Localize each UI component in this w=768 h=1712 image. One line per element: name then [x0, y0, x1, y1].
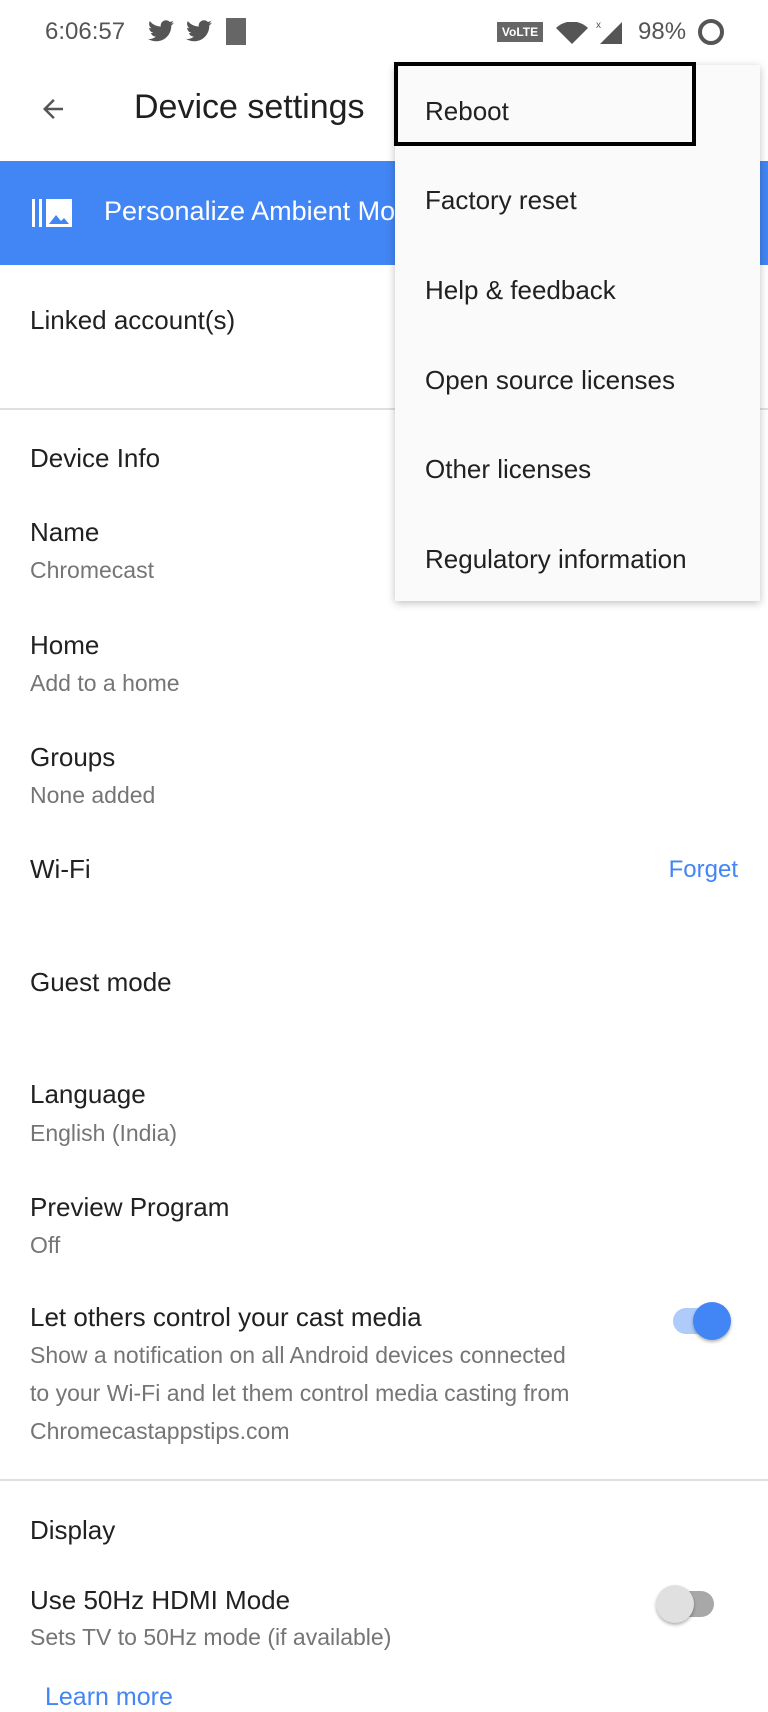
twitter-icon	[186, 20, 212, 42]
preview-program-item[interactable]: Preview Program	[30, 1192, 229, 1223]
toggle-knob	[656, 1585, 694, 1623]
cast-control-desc-line: Chromecastappstips.com	[30, 1418, 290, 1444]
groups-item[interactable]: Groups	[30, 742, 115, 773]
notification-square-icon	[226, 18, 246, 45]
device-info-heading: Device Info	[30, 443, 161, 473]
name-item[interactable]: Name	[30, 517, 99, 548]
status-bar: 6:06:57 VoLTE x 98%	[0, 18, 768, 50]
arrow-left-icon[interactable]	[36, 94, 70, 124]
signal-icon: x	[596, 20, 622, 44]
preview-program-value: Off	[30, 1232, 61, 1258]
cast-control-toggle[interactable]	[673, 1301, 733, 1341]
guest-mode-item[interactable]: Guest mode	[30, 967, 172, 998]
menu-item-other-licenses[interactable]: Other licenses	[425, 454, 591, 485]
menu-item-help-feedback[interactable]: Help & feedback	[425, 275, 616, 306]
name-value: Chromecast	[30, 557, 154, 583]
hdmi-mode-desc: Sets TV to 50Hz mode (if available)	[30, 1624, 392, 1650]
battery-ring-icon	[698, 19, 724, 45]
cast-control-label: Let others control your cast media	[30, 1302, 422, 1332]
menu-item-factory-reset[interactable]: Factory reset	[425, 185, 577, 216]
groups-value: None added	[30, 782, 156, 808]
twitter-icon	[148, 20, 174, 42]
hdmi-mode-toggle[interactable]	[656, 1584, 716, 1624]
status-time: 6:06:57	[45, 18, 126, 45]
reboot-highlight-box	[394, 62, 696, 146]
wifi-icon	[556, 22, 588, 44]
linked-accounts-item[interactable]: Linked account(s)	[30, 305, 235, 336]
display-heading: Display	[30, 1515, 116, 1545]
page-title: Device settings	[134, 88, 365, 126]
divider	[0, 1479, 768, 1481]
cast-control-desc-line: to your Wi-Fi and let them control media…	[30, 1380, 570, 1406]
volte-badge: VoLTE	[497, 22, 543, 42]
learn-more-link[interactable]: Learn more	[45, 1683, 173, 1712]
wifi-item[interactable]: Wi-Fi	[30, 854, 91, 885]
language-value: English (India)	[30, 1120, 178, 1146]
menu-item-regulatory-information[interactable]: Regulatory information	[425, 544, 687, 575]
hdmi-mode-label: Use 50Hz HDMI Mode	[30, 1585, 291, 1615]
svg-text:x: x	[596, 20, 601, 31]
forget-wifi-button[interactable]: Forget	[669, 856, 738, 884]
banner-label[interactable]: Personalize Ambient Mode	[104, 196, 425, 227]
toggle-knob	[693, 1302, 731, 1340]
cast-control-desc-line: Show a notification on all Android devic…	[30, 1342, 566, 1368]
language-item[interactable]: Language	[30, 1079, 146, 1110]
menu-item-open-source-licenses[interactable]: Open source licenses	[425, 365, 675, 396]
ambient-photo-icon	[32, 199, 72, 227]
home-item[interactable]: Home	[30, 630, 99, 661]
home-value: Add to a home	[30, 670, 180, 696]
battery-percent: 98%	[638, 18, 687, 45]
